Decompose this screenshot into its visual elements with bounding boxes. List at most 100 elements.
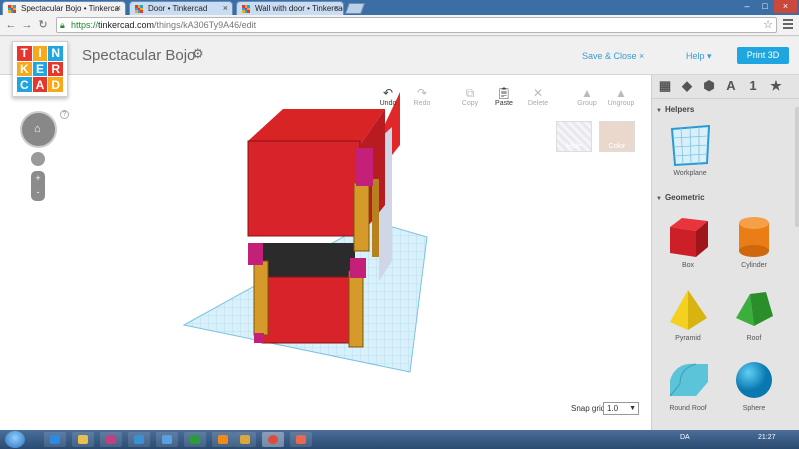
taskbar-ie-icon[interactable] (44, 432, 66, 447)
zoom-control[interactable]: + - (31, 171, 45, 201)
logo-letter: C (17, 77, 32, 92)
reload-icon[interactable]: ↻ (36, 18, 50, 32)
new-tab-button[interactable] (344, 3, 366, 14)
geometric-tab-icon[interactable]: ◆ (679, 78, 695, 94)
cylinder-label: Cylinder (741, 262, 767, 269)
view-orbit-control[interactable]: ⌂ (20, 111, 57, 148)
holes-tab-icon[interactable]: ⬢ (701, 78, 717, 94)
browser-menu-icon[interactable] (783, 19, 793, 31)
model-lower-block[interactable] (261, 276, 356, 344)
taskbar-app-icon[interactable] (128, 432, 150, 447)
browser-toolbar: ← → ↻ 🔒︎ https://tinkercad.com/things/kA3… (0, 15, 799, 36)
model-pillar[interactable] (348, 270, 364, 348)
bookmark-star-icon[interactable]: ☆ (763, 18, 773, 32)
shape-round-roof[interactable]: Round Roof (663, 358, 713, 412)
help-question-icon[interactable]: ? (60, 110, 69, 119)
symbols-tab[interactable]: ★ (768, 78, 784, 94)
tinkercad-favicon-icon (135, 5, 143, 13)
shape-cylinder[interactable]: Cylinder (729, 215, 779, 269)
3d-workspace[interactable] (0, 75, 651, 430)
snap-grid-select[interactable]: 1.0 ▼ (603, 402, 639, 415)
logo-letter: N (48, 46, 63, 61)
tab-title: Door • Tinkercad (148, 4, 208, 13)
tab-close-icon[interactable]: × (223, 2, 228, 15)
model-pillar[interactable] (253, 260, 269, 336)
group-button[interactable]: ▲ Group (573, 86, 601, 107)
model-corner-block[interactable] (248, 243, 263, 265)
group-label: Group (577, 100, 597, 107)
model-upper-block[interactable] (247, 140, 361, 237)
back-arrow-icon[interactable]: ← (4, 18, 18, 32)
snap-grid-label: Snap grid (571, 404, 606, 413)
taskbar-app-icon[interactable] (156, 432, 178, 447)
zoom-out-button[interactable]: - (31, 185, 45, 199)
taskbar-chrome-icon[interactable] (262, 432, 284, 447)
workplane-tab-icon[interactable]: ▦ (657, 78, 673, 94)
viewport-canvas[interactable] (0, 75, 651, 430)
save-close-link[interactable]: Save & Close × (582, 51, 644, 61)
logo-letter: I (32, 46, 48, 61)
panel-scrollbar[interactable] (795, 107, 799, 227)
letters-tab[interactable]: A (723, 78, 739, 94)
model-pillar[interactable] (372, 179, 379, 257)
fit-view-button[interactable] (31, 152, 45, 166)
paste-button[interactable]: 📋︎ Paste (490, 86, 518, 107)
undo-button[interactable]: ↶ Undo (374, 86, 402, 107)
shape-roof[interactable]: Roof (729, 288, 779, 342)
window-close-button[interactable]: × (774, 0, 797, 13)
gear-icon[interactable]: ⚙ (192, 46, 204, 62)
copy-button[interactable]: ⧉ Copy (456, 86, 484, 107)
help-menu[interactable]: Help ▾ (686, 51, 712, 62)
delete-button[interactable]: ✕ Delete (524, 86, 552, 107)
sphere-label: Sphere (742, 405, 766, 412)
hole-button[interactable]: Hole (556, 121, 592, 152)
logo-letter: D (48, 77, 63, 92)
shape-sphere[interactable]: Sphere (729, 358, 779, 412)
helpers-section-header[interactable]: ▼ Helpers (656, 105, 694, 114)
design-title[interactable]: Spectacular Bojo (82, 47, 195, 64)
home-view-icon[interactable]: ⌂ (34, 123, 41, 135)
taskbar-app-icon[interactable] (184, 432, 206, 447)
shape-pyramid[interactable]: Pyramid (663, 288, 713, 342)
chevron-down-icon: ▼ (629, 405, 636, 412)
shape-workplane[interactable]: Workplane (665, 125, 715, 177)
maximize-button[interactable]: □ (756, 0, 774, 13)
taskbar-app-icon[interactable] (290, 432, 312, 447)
start-button[interactable] (5, 431, 25, 448)
print-3d-button[interactable]: Print 3D (737, 47, 789, 64)
language-indicator[interactable]: DA (680, 434, 690, 441)
shape-box[interactable]: Box (663, 215, 713, 269)
redo-button[interactable]: ↷ Redo (408, 86, 436, 107)
redo-icon: ↷ (416, 86, 428, 100)
tab-door[interactable]: Door • Tinkercad × (129, 1, 233, 15)
model-pillar[interactable] (353, 182, 370, 252)
taskbar-photos-icon[interactable] (100, 432, 122, 447)
lock-icon: 🔒︎ (60, 20, 65, 30)
minimize-button[interactable]: – (738, 0, 756, 13)
geometric-section-header[interactable]: ▼ Geometric (656, 193, 705, 202)
model-corner-block[interactable] (350, 258, 366, 278)
model-corner-block[interactable] (356, 148, 373, 186)
round-roof-shape-icon (669, 363, 708, 397)
numbers-tab[interactable]: 1 (745, 78, 761, 94)
taskbar-app-icon[interactable] (234, 432, 256, 447)
taskbar-vlc-icon[interactable] (212, 432, 234, 447)
address-bar[interactable]: 🔒︎ https://tinkercad.com/things/kA306Ty9A… (56, 17, 777, 33)
clock[interactable]: 21:27 (758, 434, 776, 441)
tab-close-icon[interactable]: × (116, 2, 121, 15)
ungroup-button[interactable]: ▲ Ungroup (607, 86, 635, 107)
delete-icon: ✕ (532, 86, 544, 100)
color-button[interactable]: Color (599, 121, 635, 152)
tinkercad-logo[interactable]: T I N K E R C A D (12, 41, 68, 97)
tab-spectacular-bojo[interactable]: Spectacular Bojo • Tinkerca × (2, 1, 126, 15)
tab-close-icon[interactable]: × (334, 2, 339, 15)
tab-title: Spectacular Bojo • Tinkerca (21, 4, 119, 13)
taskbar-explorer-icon[interactable] (72, 432, 94, 447)
helpers-title: Helpers (664, 105, 695, 114)
box-label: Box (681, 262, 695, 269)
forward-arrow-icon[interactable]: → (20, 18, 34, 32)
expand-triangle-icon: ▼ (656, 196, 662, 202)
model-dark-band[interactable] (262, 243, 355, 279)
tab-wall-with-door[interactable]: Wall with door • Tinkercad × (236, 1, 344, 15)
zoom-in-button[interactable]: + (31, 171, 45, 185)
